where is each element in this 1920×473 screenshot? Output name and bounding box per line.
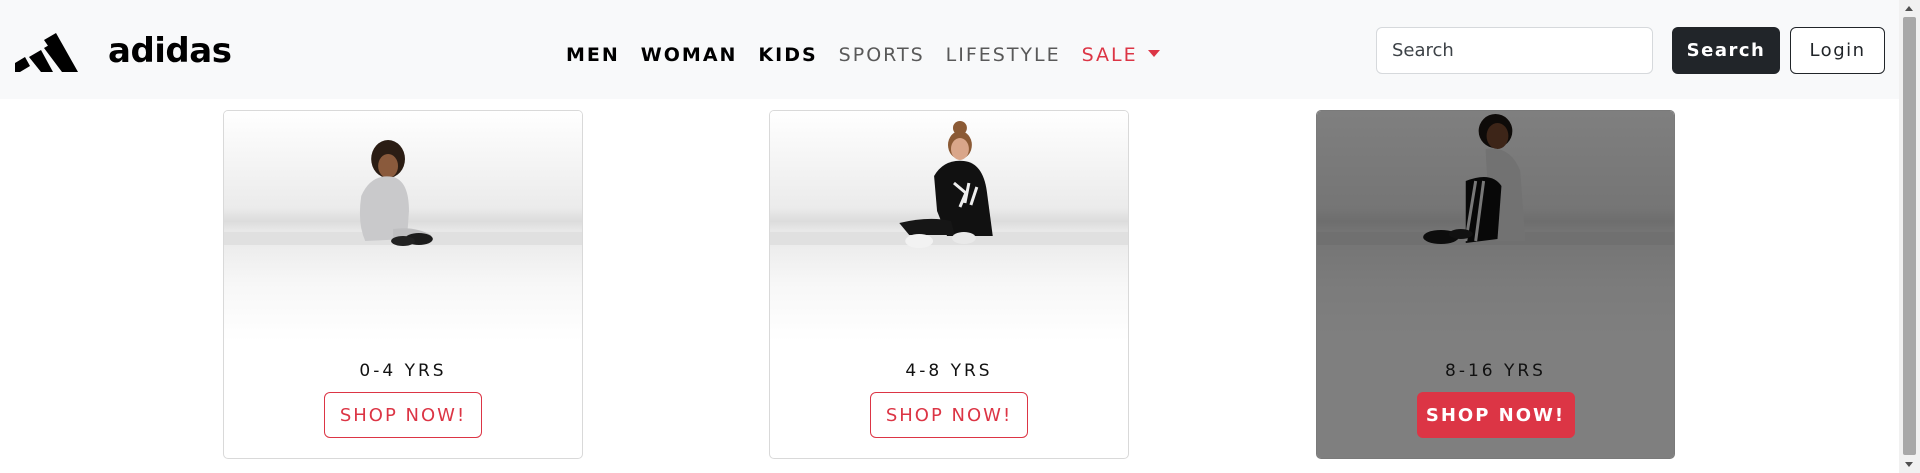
caret-down-icon — [1147, 49, 1160, 57]
navbar: adidas MEN WOMAN KIDS SPORTS LIFESTYLE S… — [0, 0, 1899, 99]
card-label: 4-8 YRS — [905, 361, 993, 381]
search-input[interactable] — [1376, 27, 1653, 74]
scroll-up-arrow-icon[interactable] — [1899, 0, 1920, 17]
nav-link-kids[interactable]: KIDS — [758, 40, 817, 70]
shop-now-button[interactable]: SHOP NOW! — [1416, 392, 1575, 438]
search-button[interactable]: Search — [1672, 27, 1780, 74]
brand-logo[interactable] — [15, 30, 79, 72]
product-card-4-8: 4-8 YRS SHOP NOW! — [769, 110, 1129, 459]
scroll-thumb[interactable] — [1903, 17, 1916, 455]
card-label: 0-4 YRS — [359, 361, 447, 381]
card-image-toddler — [224, 111, 582, 341]
adidas-logo-icon — [15, 33, 78, 72]
shop-now-button[interactable]: SHOP NOW! — [870, 392, 1028, 438]
login-button[interactable]: Login — [1790, 27, 1885, 74]
nav-link-men[interactable]: MEN — [566, 40, 620, 70]
vertical-scrollbar[interactable] — [1899, 0, 1920, 473]
product-card-0-4: 0-4 YRS SHOP NOW! — [223, 110, 583, 459]
card-image-teen-boy — [1317, 111, 1674, 341]
nav-dropdown-sale[interactable]: SALE — [1082, 40, 1160, 70]
nav-link-woman[interactable]: WOMAN — [641, 40, 738, 70]
card-image-child-girl — [770, 111, 1128, 341]
nav-link-sale-label: SALE — [1081, 44, 1138, 66]
product-card-8-16: 8-16 YRS SHOP NOW! — [1316, 110, 1675, 459]
nav-link-sports[interactable]: SPORTS — [839, 40, 925, 70]
card-label: 8-16 YRS — [1445, 361, 1546, 381]
main-nav: MEN WOMAN KIDS SPORTS LIFESTYLE SALE — [566, 40, 1181, 70]
scroll-down-arrow-icon[interactable] — [1899, 456, 1920, 473]
nav-link-lifestyle[interactable]: LIFESTYLE — [946, 40, 1061, 70]
brand-name[interactable]: adidas — [108, 30, 232, 72]
shop-now-button[interactable]: SHOP NOW! — [324, 392, 482, 438]
